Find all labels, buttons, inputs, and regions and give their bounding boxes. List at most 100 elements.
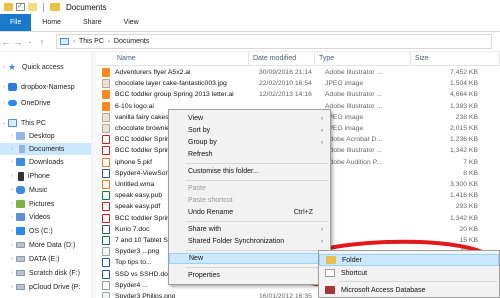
navigation-bar: ← → ⌄ ↑ › This PC › Documents [0, 32, 500, 52]
menu-item-customise-this-folder[interactable]: Customise this folder... [169, 166, 330, 177]
sidebar-item-dropbox[interactable]: › dropbox-Namesp [0, 81, 75, 93]
menu-item-share-with[interactable]: Share with › [169, 224, 330, 235]
sidebar-item-music[interactable]: › Music [0, 184, 47, 196]
chevron-right-icon[interactable]: › [8, 270, 16, 276]
chevron-right-icon[interactable]: › [8, 159, 16, 165]
chevron-right-icon[interactable]: › [8, 228, 16, 234]
sidebar-item-this-pc[interactable]: ⌄ This PC [0, 117, 46, 129]
sidebar-item-pictures[interactable]: › Pictures [0, 198, 54, 210]
sidebar-item-quick-access[interactable]: › ★ Quick access [0, 61, 63, 73]
sidebar-item-desktop[interactable]: › Desktop [0, 130, 55, 142]
menu-item-paste[interactable]: Paste [169, 183, 330, 194]
sidebar-item-data-e[interactable]: › DATA (E:) [0, 253, 59, 265]
sidebar-item-onedrive[interactable]: › OneDrive [0, 97, 51, 109]
chevron-down-icon[interactable]: ⌄ [0, 120, 8, 126]
properties-quick-icon[interactable] [16, 1, 25, 11]
sidebar-item-videos[interactable]: › Videos [0, 211, 50, 223]
menu-item-shared-folder-synchronization[interactable]: Shared Folder Synchronization › [169, 236, 330, 247]
file-date: 22/02/2010 16:54 [259, 80, 312, 88]
submenu-arrow-icon: › [321, 139, 323, 146]
tab-view[interactable]: View [113, 14, 150, 31]
chevron-right-icon[interactable]: › [8, 242, 16, 248]
file-row[interactable]: BCC toddler group Spring 2013 letter.ai 1… [96, 89, 500, 100]
sidebar-item-scratch-disk-f[interactable]: › Scratch disk (F:) [0, 267, 80, 279]
submenu-arrow-icon: › [321, 238, 323, 245]
sidebar-item-label: iPhone [28, 172, 50, 180]
chevron-right-icon[interactable]: › [73, 39, 75, 45]
breadcrumb-documents[interactable]: Documents [114, 38, 149, 45]
chevron-right-icon[interactable]: › [8, 133, 16, 139]
tab-share[interactable]: Share [72, 14, 113, 31]
menu-separator [186, 180, 328, 181]
documents-icon [16, 145, 25, 153]
menu-item-sort-by[interactable]: Sort by › [169, 125, 330, 136]
chevron-right-icon[interactable]: › [108, 39, 110, 45]
submenu-arrow-icon: › [321, 127, 323, 134]
sidebar-item-pcloud-drive-p[interactable]: › pCloud Drive (P: [0, 281, 80, 293]
chevron-right-icon[interactable]: › [8, 146, 16, 152]
forward-arrow-icon[interactable]: → [12, 37, 24, 47]
address-bar[interactable]: › This PC › Documents [56, 34, 492, 49]
file-date: 12/02/2013 14:16 [259, 91, 312, 99]
chevron-right-icon[interactable]: › [8, 284, 16, 290]
title-bar: Documents [0, 0, 500, 14]
menu-item-new[interactable]: New› [169, 253, 330, 264]
chevron-right-icon[interactable]: › [8, 201, 16, 207]
word-file-icon [102, 258, 110, 268]
sidebar-item-label: Music [29, 186, 48, 194]
menu-item-paste-shortcut[interactable]: Paste shortcut [169, 195, 330, 206]
chevron-right-icon[interactable]: › [8, 187, 16, 193]
file-row[interactable]: chocolate layer cake-fantastic003.jpg 22/… [96, 78, 500, 89]
column-header-type[interactable]: Type [315, 52, 411, 65]
column-header-name[interactable]: Name [96, 52, 249, 65]
chevron-right-icon[interactable]: › [8, 214, 16, 220]
word-file-icon [102, 168, 110, 178]
recent-chevron-icon[interactable]: ⌄ [24, 38, 36, 45]
tab-file[interactable]: File [0, 14, 32, 31]
chevron-right-icon[interactable]: › [0, 64, 8, 70]
drive-icon [16, 284, 25, 290]
new-shortcut[interactable]: Shortcut [319, 267, 499, 279]
new-folder-quick-icon[interactable] [28, 3, 37, 11]
music-icon [16, 186, 25, 194]
menu-item-label: Customise this folder... [188, 168, 259, 175]
sidebar-item-downloads[interactable]: › Downloads [0, 156, 64, 168]
menu-item-label: Refresh [188, 151, 213, 158]
file-size: 1,342 KB [450, 147, 478, 155]
chevron-right-icon[interactable]: › [0, 84, 8, 90]
column-header-size[interactable]: Size [411, 52, 500, 65]
pdf-file-icon [102, 135, 110, 145]
sidebar-item-label: Scratch disk (F:) [29, 269, 80, 277]
sidebar-item-label: DATA (E:) [29, 255, 60, 263]
audio-file-icon [102, 180, 110, 190]
chevron-right-icon[interactable]: › [8, 256, 16, 262]
chevron-right-icon[interactable]: › [8, 173, 16, 179]
menu-separator [186, 221, 328, 222]
menu-item-properties[interactable]: Properties [169, 270, 330, 281]
sidebar-item-iphone[interactable]: › iPhone [0, 170, 50, 182]
column-header-date-modified[interactable]: Date modified [249, 52, 315, 65]
sidebar-item-label: OneDrive [21, 99, 51, 107]
menu-item-refresh[interactable]: Refresh [169, 149, 330, 160]
context-menu: View › Sort by › Group by › Refresh Customise t… [168, 109, 331, 285]
file-size: 7 KB [463, 158, 478, 166]
tab-home[interactable]: Home [31, 14, 72, 31]
file-size: 8 KB [463, 169, 478, 177]
new-microsoft-access-database[interactable]: Microsoft Access Database [319, 284, 499, 296]
new-folder[interactable]: Folder [319, 254, 499, 266]
sidebar-item-label: Pictures [29, 200, 55, 208]
cloud-icon [8, 100, 17, 106]
chevron-right-icon[interactable]: › [0, 100, 8, 106]
menu-item-label: Shared Folder Synchronization [188, 238, 285, 245]
menu-item-view[interactable]: View › [169, 113, 330, 124]
sidebar-item-os-c[interactable]: › OS (C:) [0, 225, 53, 237]
back-arrow-icon[interactable]: ← [0, 37, 12, 47]
menu-item-group-by[interactable]: Group by › [169, 137, 330, 148]
sidebar-item-documents[interactable]: › Documents [0, 143, 91, 155]
file-size: 1,393 KB [450, 102, 478, 110]
file-row[interactable]: Adventurers flyer A5x2.ai 30/09/2016 21:1… [96, 67, 500, 78]
up-arrow-icon[interactable]: ↑ [36, 37, 48, 47]
menu-item-undo-rename[interactable]: Undo Rename Ctrl+Z [169, 207, 330, 218]
sidebar-item-more-data-d[interactable]: › More Data (D:) [0, 239, 75, 251]
breadcrumb-this-pc[interactable]: This PC [79, 38, 104, 45]
